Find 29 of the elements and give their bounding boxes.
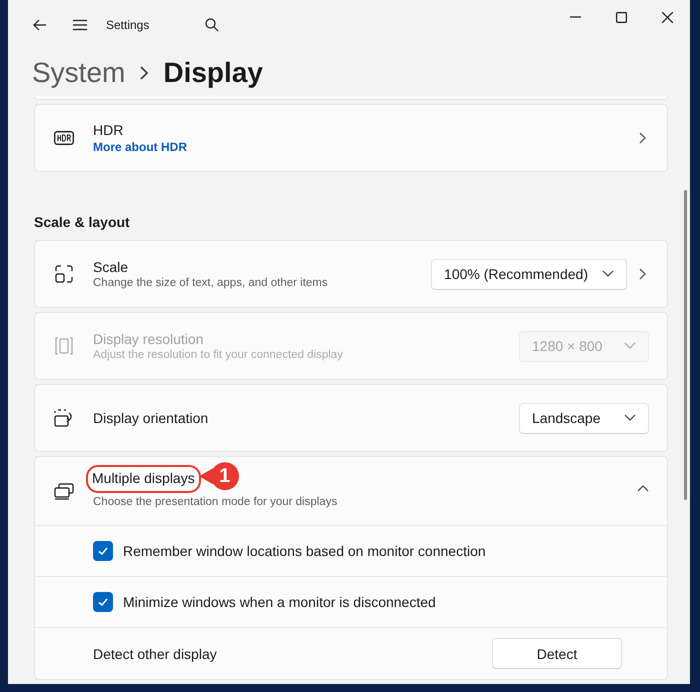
checkmark-icon [97, 545, 109, 557]
breadcrumb-item: Display [163, 57, 263, 89]
breadcrumb-item[interactable]: System [32, 57, 126, 89]
multiple-displays-icon [53, 481, 75, 501]
checkbox-label: Remember window locations based on monitor connection [123, 543, 486, 559]
checkbox-label: Minimize windows when a monitor is disconnected [123, 594, 436, 610]
hdr-icon [54, 131, 74, 145]
setting-title: HDR [93, 122, 124, 138]
resolution-icon [54, 336, 74, 356]
checkmark-icon [97, 596, 109, 608]
dropdown[interactable]: 100% (Recommended) [431, 258, 627, 290]
scale-icon [54, 264, 74, 284]
setting-title: Scale [93, 259, 128, 275]
scrollbar[interactable] [684, 190, 687, 500]
checkbox[interactable] [93, 592, 113, 612]
setting-title: Detect other display [93, 646, 217, 662]
setting-title: Multiple displays [92, 470, 195, 486]
window-title: Settings [106, 18, 150, 32]
detect-button[interactable]: Detect [492, 638, 622, 669]
chevron-right-icon [139, 66, 150, 80]
setting-description: Adjust the resolution to fit your connected display [93, 349, 343, 361]
setting-title: Display resolution [93, 331, 204, 347]
setting-title: Display orientation [93, 410, 208, 426]
section-heading: Scale & layout [34, 214, 131, 230]
dropdown[interactable]: Landscape [519, 402, 649, 434]
setting-description: Choose the presentation mode for your displays [93, 496, 338, 508]
setting-description: Change the size of text, apps, and other items [93, 277, 328, 289]
checkbox[interactable] [93, 541, 113, 561]
hdr-link[interactable]: More about HDR [93, 140, 187, 154]
